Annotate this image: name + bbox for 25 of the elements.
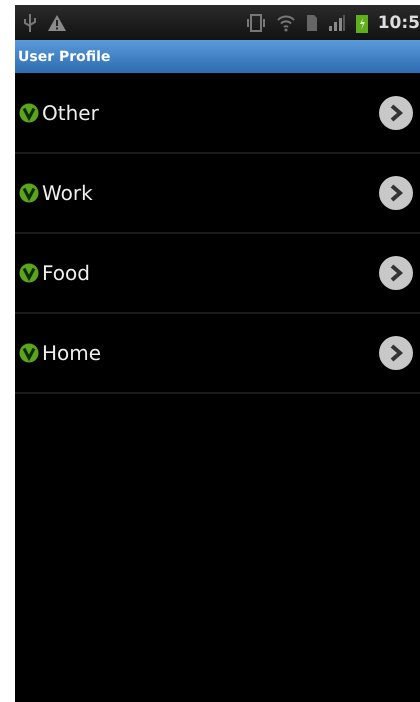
list-item[interactable]: Food — [15, 234, 420, 314]
chevron-icon[interactable] — [378, 95, 414, 131]
badge-icon — [19, 183, 39, 203]
chevron-icon[interactable] — [378, 335, 414, 371]
screen-title: User Profile — [18, 48, 110, 64]
clock-time: 10:5 — [378, 12, 420, 32]
vibrate-icon — [246, 12, 266, 32]
warning-icon — [47, 14, 67, 32]
badge-icon — [19, 343, 39, 363]
item-label: Other — [42, 101, 99, 125]
list-item[interactable]: Other — [15, 74, 420, 154]
battery-icon — [356, 12, 368, 32]
chevron-icon[interactable] — [378, 255, 414, 291]
badge-icon — [19, 263, 39, 283]
item-label: Home — [42, 341, 102, 365]
chevron-icon[interactable] — [378, 175, 414, 211]
signal-icon — [328, 14, 346, 32]
list-item[interactable]: Work — [15, 154, 420, 234]
badge-icon — [19, 103, 39, 123]
item-label: Work — [42, 181, 93, 205]
item-label: Food — [42, 261, 90, 285]
sim-card-icon — [306, 14, 318, 32]
usb-icon — [23, 12, 37, 32]
list-item[interactable]: Home — [15, 314, 420, 394]
wifi-icon — [276, 14, 296, 32]
